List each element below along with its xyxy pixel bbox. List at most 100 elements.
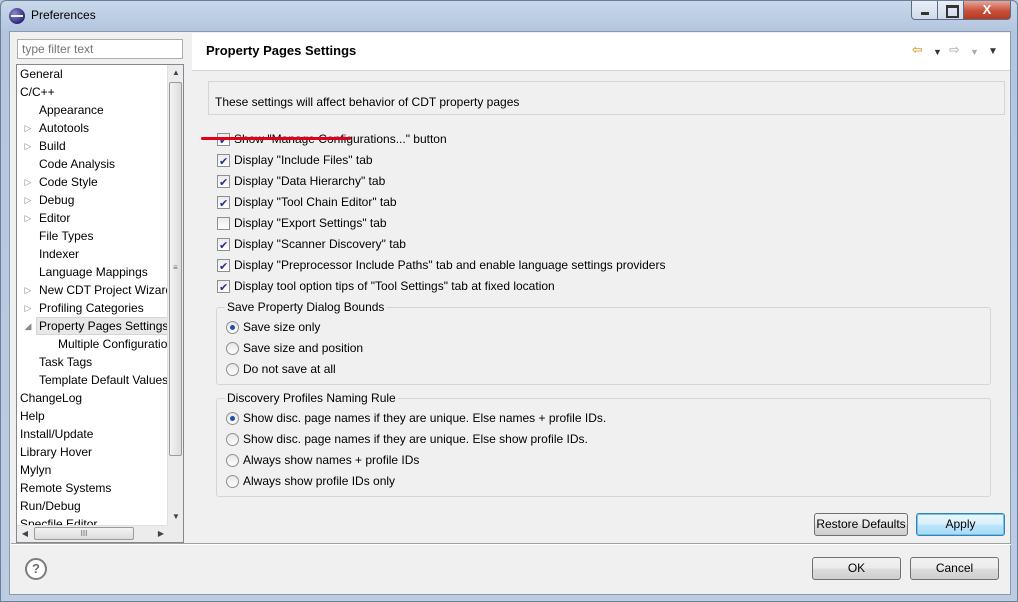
tree-item[interactable]: Template Default Values	[36, 371, 169, 389]
restore-defaults-button[interactable]: Restore Defaults	[814, 513, 908, 536]
naming-group: Discovery Profiles Naming Rule Show disc…	[216, 391, 991, 497]
radio-label: Always show profile IDs only	[243, 474, 396, 488]
hscroll-thumb[interactable]: III	[34, 527, 134, 540]
close-button[interactable]: X	[963, 1, 1011, 20]
tree-item-label: General	[20, 67, 63, 81]
tree-item[interactable]: ChangeLog	[17, 389, 85, 407]
checkbox[interactable]	[217, 278, 230, 298]
expand-arrow-icon[interactable]: ▷	[23, 191, 33, 209]
tree-item[interactable]: Appearance	[36, 101, 107, 119]
ok-button[interactable]: OK	[812, 557, 901, 580]
tree-item[interactable]: ▷ Code Style	[25, 173, 101, 191]
tree-item-label: Profiling Categories	[39, 301, 144, 315]
tree-item-label: Run/Debug	[20, 499, 81, 513]
scroll-left-icon[interactable]: ◀	[17, 526, 33, 542]
title-bar[interactable]: Preferences X	[1, 1, 1017, 31]
checkbox[interactable]	[217, 217, 230, 230]
tree-item-label: ChangeLog	[20, 391, 83, 405]
radio-label: Do not save at all	[243, 362, 336, 376]
checkbox-label: Display "Preprocessor Include Paths" tab…	[234, 258, 666, 272]
tree-item-label: Install/Update	[20, 427, 94, 441]
tree-item[interactable]: General	[17, 65, 66, 83]
checkbox-label: Display tool option tips of "Tool Settin…	[234, 279, 555, 293]
page-title: Property Pages Settings	[206, 43, 357, 58]
tree-item[interactable]: Code Analysis	[36, 155, 118, 173]
help-icon[interactable]: ?	[25, 558, 47, 580]
description-box: These settings will affect behavior of C…	[208, 81, 1005, 115]
tree-item[interactable]: ◢ Property Pages Settings	[25, 317, 169, 335]
tree-vertical-scrollbar[interactable]: ▲ ≡ ▼	[167, 65, 183, 525]
tree-item-label: Autotools	[39, 121, 90, 135]
tree-item[interactable]: Install/Update	[17, 425, 96, 443]
view-menu-icon[interactable]: ▼	[988, 45, 998, 59]
checkbox[interactable]	[217, 173, 230, 193]
back-dropdown-icon[interactable]: ▼	[933, 45, 942, 59]
tree-item[interactable]: C/C++	[17, 83, 58, 101]
scroll-down-icon[interactable]: ▼	[168, 509, 183, 525]
checkbox[interactable]	[217, 152, 230, 172]
tree-item-label: Debug	[39, 193, 75, 207]
expand-arrow-icon[interactable]: ▷	[23, 119, 33, 137]
scroll-up-icon[interactable]: ▲	[168, 65, 183, 81]
tree-items: General C/C++ Appearance ▷ Autotools ▷ Build Co…	[17, 65, 169, 525]
radio-button[interactable]	[226, 321, 239, 334]
tree-item-label: File Types	[39, 229, 94, 243]
tree-item[interactable]: Mylyn	[17, 461, 54, 479]
radio-button[interactable]	[226, 433, 239, 446]
tree-item[interactable]: Run/Debug	[17, 497, 84, 515]
tree-item[interactable]: File Types	[36, 227, 96, 245]
checkbox[interactable]	[217, 236, 230, 256]
checkbox[interactable]	[217, 257, 230, 277]
tree-item[interactable]: Language Mappings	[36, 263, 151, 281]
filter-input[interactable]	[17, 39, 183, 59]
tree-item[interactable]: ▷ Build	[25, 137, 69, 155]
checkbox-label: Display "Include Files" tab	[234, 153, 373, 167]
tree-item[interactable]: Indexer	[36, 245, 82, 263]
apply-button[interactable]: Apply	[916, 513, 1005, 536]
expand-arrow-icon[interactable]: ▷	[23, 173, 33, 191]
scroll-corner	[167, 525, 183, 542]
tree-item[interactable]: ▷ Editor	[25, 209, 73, 227]
radio-button[interactable]	[226, 342, 239, 355]
tree-item-label: Specfile Editor	[20, 517, 98, 525]
scroll-thumb[interactable]: ≡	[169, 82, 182, 456]
description-text: These settings will affect behavior of C…	[215, 95, 520, 109]
maximize-button[interactable]	[937, 1, 964, 20]
tree-item[interactable]: Multiple Configurations	[55, 335, 169, 353]
radio-label: Show disc. page names if they are unique…	[243, 411, 607, 425]
preferences-window: Preferences X General C/C++ Appearance ▷ Aut…	[0, 0, 1018, 602]
tree-item-label: Build	[39, 139, 66, 153]
bounds-group-title: Save Property Dialog Bounds	[225, 300, 387, 314]
tree-item[interactable]: Specfile Editor	[17, 515, 100, 525]
radio-label: Save size and position	[243, 341, 364, 355]
checkbox-label: Display "Scanner Discovery" tab	[234, 237, 406, 251]
expand-arrow-icon[interactable]: ▷	[23, 209, 33, 227]
radio-button[interactable]	[226, 454, 239, 467]
expanded-arrow-icon[interactable]: ◢	[23, 317, 33, 335]
tree-item[interactable]: Task Tags	[36, 353, 95, 371]
tree-item-label: Property Pages Settings	[36, 317, 169, 335]
close-icon: X	[982, 2, 992, 17]
tree-item[interactable]: ▷ New CDT Project Wizard	[25, 281, 169, 299]
tree-item-label: Task Tags	[39, 355, 93, 369]
tree-item[interactable]: ▷ Autotools	[25, 119, 92, 137]
checkbox[interactable]	[217, 194, 230, 214]
tree-item[interactable]: Help	[17, 407, 48, 425]
expand-arrow-icon[interactable]: ▷	[23, 137, 33, 155]
tree-horizontal-scrollbar[interactable]: ◀ III ▶	[17, 525, 169, 542]
expand-arrow-icon[interactable]: ▷	[23, 281, 33, 299]
bounds-group: Save Property Dialog Bounds Save size on…	[216, 300, 991, 385]
radio-button[interactable]	[226, 412, 239, 425]
forward-dropdown-icon: ▼	[970, 47, 979, 57]
tree-item[interactable]: ▷ Debug	[25, 191, 77, 209]
expand-arrow-icon[interactable]: ▷	[23, 299, 33, 317]
tree-item[interactable]: ▷ Profiling Categories	[25, 299, 147, 317]
radio-button[interactable]	[226, 363, 239, 376]
tree-item-label: Code Analysis	[39, 157, 116, 171]
radio-button[interactable]	[226, 475, 239, 488]
cancel-button[interactable]: Cancel	[910, 557, 999, 580]
back-arrow-icon[interactable]: ⇦	[912, 43, 923, 57]
tree-item[interactable]: Library Hover	[17, 443, 95, 461]
tree-item[interactable]: Remote Systems	[17, 479, 114, 497]
minimize-button[interactable]	[911, 1, 938, 20]
